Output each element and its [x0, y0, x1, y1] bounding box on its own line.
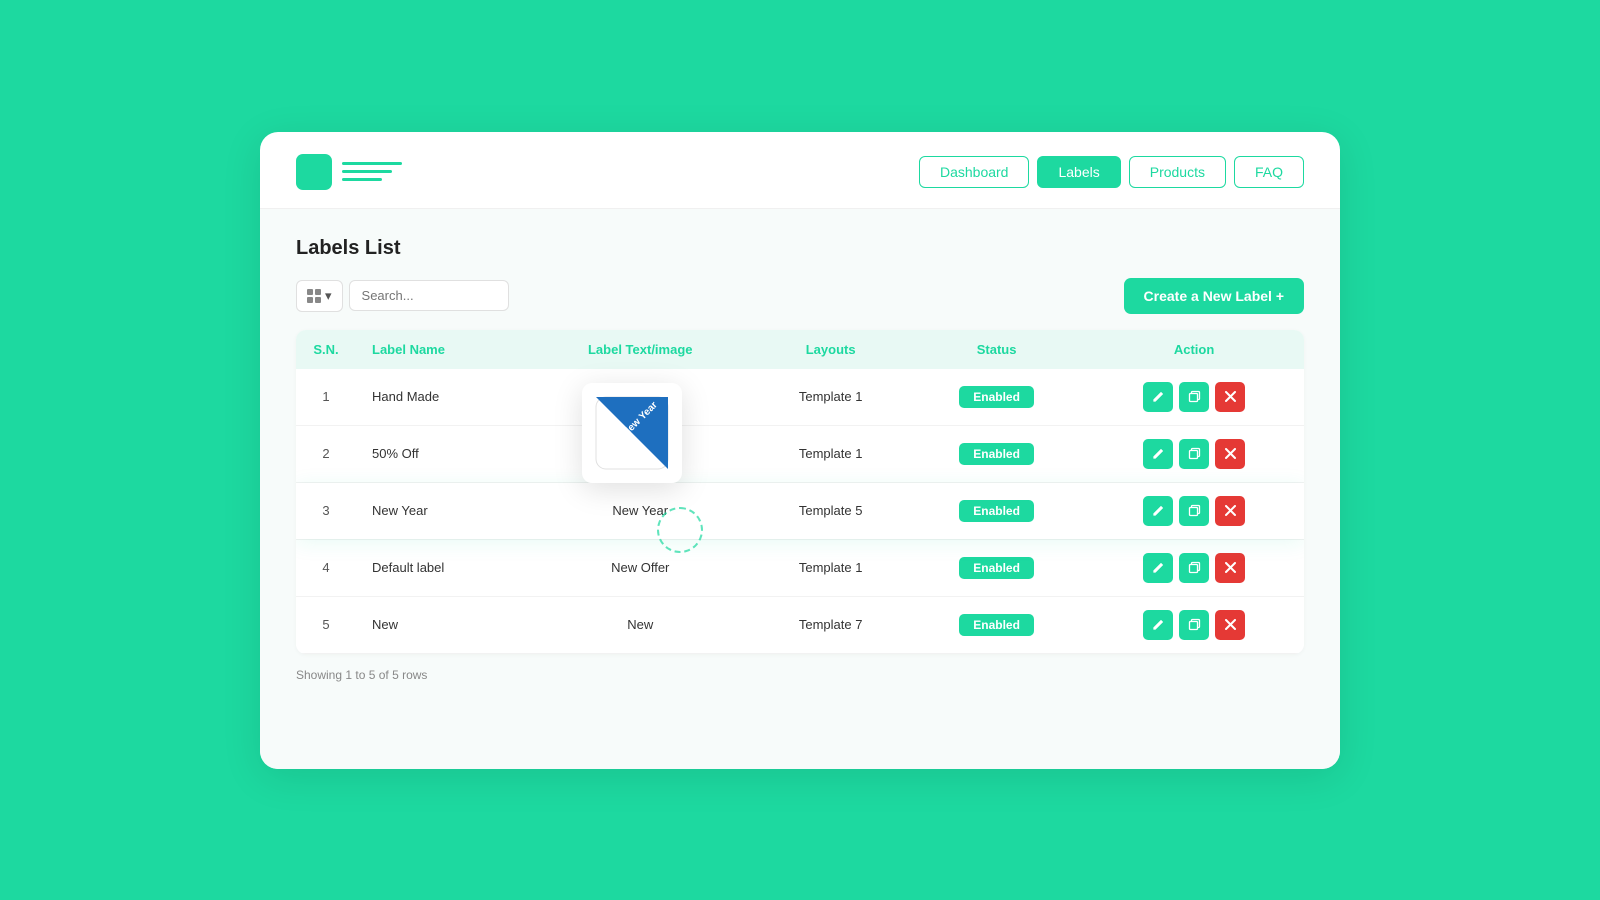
- cell-status: Enabled: [909, 596, 1084, 653]
- delete-button[interactable]: [1215, 439, 1245, 469]
- cell-label-text: New: [528, 596, 752, 653]
- logo-icon: [296, 154, 332, 190]
- cell-action: [1084, 539, 1304, 596]
- delete-button[interactable]: [1215, 496, 1245, 526]
- copy-button[interactable]: [1179, 553, 1209, 583]
- main-content: Labels List ▾ Create a New Label +: [260, 209, 1340, 769]
- grid-icon: [307, 289, 321, 303]
- table-row: 1Hand MadeHand MadeTemplate 1Enabled: [296, 369, 1304, 426]
- edit-button[interactable]: [1143, 439, 1173, 469]
- logo-line-3: [342, 178, 382, 181]
- status-badge: Enabled: [959, 500, 1034, 522]
- cell-status: Enabled: [909, 539, 1084, 596]
- tab-dashboard[interactable]: Dashboard: [919, 156, 1030, 188]
- edit-button[interactable]: [1143, 610, 1173, 640]
- logo-lines: [342, 162, 402, 181]
- table-row: 250% Off50% OffTemplate 1Enabled: [296, 425, 1304, 482]
- status-badge: Enabled: [959, 443, 1034, 465]
- cell-action: [1084, 425, 1304, 482]
- cell-sn: 5: [296, 596, 356, 653]
- label-preview-popup: New Year: [582, 383, 682, 483]
- copy-button[interactable]: [1179, 439, 1209, 469]
- toolbar: ▾ Create a New Label +: [296, 278, 1304, 314]
- page-title: Labels List: [296, 237, 1304, 260]
- status-badge: Enabled: [959, 614, 1034, 636]
- cell-label-name: 50% Off: [356, 425, 528, 482]
- table-row: 5NewNewTemplate 7Enabled: [296, 596, 1304, 653]
- cell-action: [1084, 596, 1304, 653]
- cell-layout: Template 1: [752, 539, 909, 596]
- new-year-label-badge: New Year: [592, 393, 672, 473]
- edit-button[interactable]: [1143, 553, 1173, 583]
- toolbar-left: ▾: [296, 280, 509, 312]
- create-label-button[interactable]: Create a New Label +: [1124, 278, 1304, 314]
- cell-label-text: New Offer: [528, 539, 752, 596]
- cell-label-text: New Year New Year: [528, 482, 752, 539]
- col-status: Status: [909, 330, 1084, 369]
- cell-layout: Template 5: [752, 482, 909, 539]
- edit-button[interactable]: [1143, 496, 1173, 526]
- chevron-down-icon: ▾: [325, 288, 332, 304]
- grid-view-button[interactable]: ▾: [296, 280, 343, 312]
- cell-layout: Template 1: [752, 369, 909, 426]
- cell-label-name: Default label: [356, 539, 528, 596]
- tab-faq[interactable]: FAQ: [1234, 156, 1304, 188]
- col-sn: S.N.: [296, 330, 356, 369]
- logo-area: [296, 154, 919, 190]
- copy-button[interactable]: [1179, 496, 1209, 526]
- table-header-row: S.N. Label Name Label Text/image Layouts…: [296, 330, 1304, 369]
- cell-status: Enabled: [909, 482, 1084, 539]
- search-input[interactable]: [349, 280, 509, 311]
- cell-sn: 2: [296, 425, 356, 482]
- edit-button[interactable]: [1143, 382, 1173, 412]
- cell-sn: 4: [296, 539, 356, 596]
- cell-action: [1084, 482, 1304, 539]
- pagination-info: Showing 1 to 5 of 5 rows: [296, 668, 1304, 682]
- cell-label-name: New: [356, 596, 528, 653]
- table-row: 3New Year New Year New YearTemplate 5Ena…: [296, 482, 1304, 539]
- cell-label-name: New Year: [356, 482, 528, 539]
- delete-button[interactable]: [1215, 382, 1245, 412]
- copy-button[interactable]: [1179, 610, 1209, 640]
- table-row: 4Default labelNew OfferTemplate 1 Enabled: [296, 539, 1304, 596]
- cell-sn: 1: [296, 369, 356, 426]
- status-badge: Enabled: [959, 557, 1034, 579]
- cell-layout: Template 7: [752, 596, 909, 653]
- labels-table: S.N. Label Name Label Text/image Layouts…: [296, 330, 1304, 654]
- col-label-name: Label Name: [356, 330, 528, 369]
- cell-status: Enabled: [909, 369, 1084, 426]
- cell-layout: Template 1: [752, 425, 909, 482]
- cell-sn: 3: [296, 482, 356, 539]
- tab-products[interactable]: Products: [1129, 156, 1226, 188]
- tab-labels[interactable]: Labels: [1037, 156, 1120, 188]
- col-action: Action: [1084, 330, 1304, 369]
- col-layouts: Layouts: [752, 330, 909, 369]
- copy-button[interactable]: [1179, 382, 1209, 412]
- cell-status: Enabled: [909, 425, 1084, 482]
- cell-action: [1084, 369, 1304, 426]
- logo-line-2: [342, 170, 392, 173]
- delete-button[interactable]: [1215, 610, 1245, 640]
- logo-line-1: [342, 162, 402, 165]
- col-label-text: Label Text/image: [528, 330, 752, 369]
- delete-button[interactable]: [1215, 553, 1245, 583]
- cell-label-name: Hand Made: [356, 369, 528, 426]
- nav-tabs: Dashboard Labels Products FAQ: [919, 156, 1304, 188]
- status-badge: Enabled: [959, 386, 1034, 408]
